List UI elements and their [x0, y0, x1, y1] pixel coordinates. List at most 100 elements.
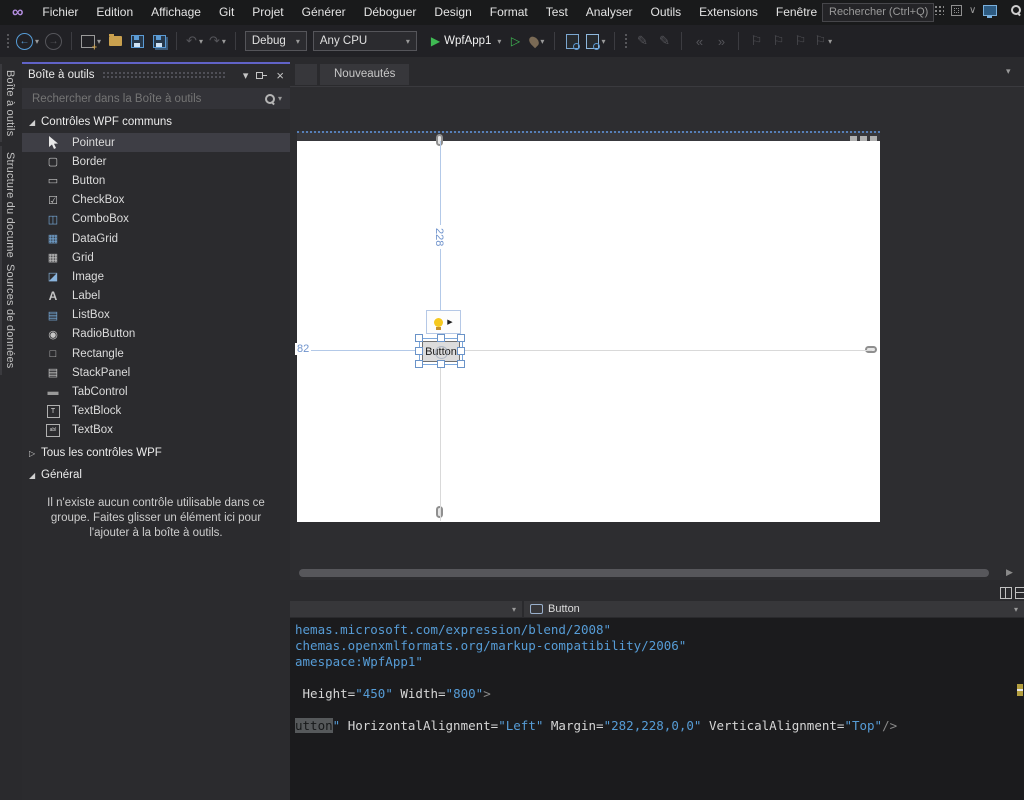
start-caret[interactable]: ▾ — [497, 37, 501, 46]
scrollbar-thumb[interactable] — [299, 569, 989, 577]
decrease-indent-button[interactable]: « — [691, 30, 707, 52]
previous-bookmark-button[interactable]: ⚐ — [770, 30, 786, 52]
quick-search-box[interactable]: Rechercher (Ctrl+Q) — [822, 3, 934, 22]
hot-reload-button[interactable]: ▾ — [529, 30, 545, 52]
outline-caret[interactable]: ▾ — [601, 37, 605, 46]
toolbox-item-pointeur[interactable]: Pointeur — [22, 133, 290, 152]
xaml-editor[interactable]: hemas.microsoft.com/expression/blend/200… — [290, 618, 1024, 800]
toolbox-item-image[interactable]: ◪Image — [22, 267, 290, 286]
tab-empty[interactable] — [295, 64, 317, 85]
menu-fichier[interactable]: Fichier — [33, 0, 87, 25]
menu-generer[interactable]: Générer — [293, 0, 355, 25]
resize-handle-top-right[interactable] — [457, 334, 465, 342]
horizontal-split-toggle[interactable] — [1015, 587, 1024, 599]
toolbox-item-stackpanel[interactable]: ▤StackPanel — [22, 363, 290, 382]
save-all-button[interactable] — [151, 30, 167, 52]
search-icon[interactable] — [264, 93, 276, 105]
find-in-files-button[interactable] — [564, 30, 580, 52]
open-file-button[interactable] — [107, 30, 123, 52]
resize-handle-top-center[interactable] — [437, 334, 445, 342]
increase-indent-button[interactable]: » — [713, 30, 729, 52]
toolbar-grip[interactable] — [6, 33, 10, 49]
resize-handle-bottom-center[interactable] — [437, 360, 445, 368]
menu-format[interactable]: Format — [481, 0, 537, 25]
toggle-bookmark-button[interactable]: ⚐ — [748, 30, 764, 52]
resize-handle-middle-right[interactable] — [457, 347, 465, 355]
menu-affichage[interactable]: Affichage — [142, 0, 210, 25]
vertical-split-toggle[interactable] — [1000, 587, 1012, 599]
redo-caret[interactable]: ▾ — [222, 37, 226, 46]
toolbox-item-button[interactable]: ▭Button — [22, 171, 290, 190]
undo-caret[interactable]: ▾ — [199, 37, 203, 46]
scrollbar-change-marker[interactable] — [1017, 684, 1023, 696]
close-icon[interactable]: × — [276, 68, 284, 83]
search-icon[interactable] — [1010, 4, 1022, 16]
side-tab-document-structure[interactable]: Structure du document — [0, 146, 20, 273]
toolbox-section-all-wpf[interactable]: ▷ Tous les contrôles WPF — [22, 444, 290, 462]
menu-test[interactable]: Test — [537, 0, 577, 25]
menu-deboguer[interactable]: Déboguer — [355, 0, 426, 25]
resize-handle-middle-left[interactable] — [415, 347, 423, 355]
new-project-caret[interactable]: ▾ — [97, 37, 101, 46]
toolbox-item-datagrid[interactable]: ▦DataGrid — [22, 229, 290, 248]
toolbox-section-general[interactable]: ◢ Général — [22, 466, 290, 484]
panel-menu-caret-icon[interactable]: ▾ — [243, 69, 249, 82]
new-project-button[interactable]: ▾ — [81, 30, 101, 52]
side-tab-data-sources[interactable]: Sources de données — [0, 258, 20, 375]
toolbox-item-label[interactable]: ALabel — [22, 287, 290, 306]
back-caret[interactable]: ▾ — [35, 37, 39, 46]
chevron-down-icon[interactable]: ∨ — [969, 5, 976, 16]
toolbox-section-common-wpf[interactable]: ◢ Contrôles WPF communs — [22, 113, 290, 131]
toolbox-item-rectangle[interactable]: □Rectangle — [22, 344, 290, 363]
comment-button[interactable]: ✎ — [634, 30, 650, 52]
save-button[interactable] — [129, 30, 145, 52]
resize-handle-bottom-left[interactable] — [415, 360, 423, 368]
resize-handle-top-left[interactable] — [415, 334, 423, 342]
toolbox-item-radiobutton[interactable]: ◉RadioButton — [22, 325, 290, 344]
menu-analyser[interactable]: Analyser — [577, 0, 642, 25]
toolbox-item-tabcontrol[interactable]: ▬TabControl — [22, 382, 290, 401]
menu-fenetre[interactable]: Fenêtre — [767, 0, 826, 25]
breadcrumb-element-selector[interactable]: Button ▾ — [524, 601, 1024, 617]
toolbox-item-combobox[interactable]: ◫ComboBox — [22, 210, 290, 229]
menu-extensions[interactable]: Extensions — [690, 0, 767, 25]
live-share-monitor-icon[interactable] — [983, 5, 997, 16]
start-debugging-button[interactable]: ▶WpfApp1▾ — [431, 30, 502, 52]
breadcrumb-window-selector[interactable]: ▾ — [290, 601, 522, 617]
menu-projet[interactable]: Projet — [243, 0, 292, 25]
pin-icon[interactable] — [256, 70, 268, 80]
navigate-forward-button[interactable]: → — [45, 30, 62, 52]
start-without-debugging-button[interactable]: ▷ — [507, 30, 523, 52]
toolbox-item-textblock[interactable]: TTextBlock — [22, 402, 290, 421]
menu-git[interactable]: Git — [210, 0, 243, 25]
solution-platform-dropdown[interactable]: Any CPU▾ — [313, 31, 417, 51]
toolbox-item-border[interactable]: ▢Border — [22, 152, 290, 171]
restore-layout-icon[interactable] — [951, 5, 962, 16]
next-bookmark-button[interactable]: ⚐ — [792, 30, 808, 52]
tab-list-caret-icon[interactable]: ▾ — [1006, 66, 1011, 77]
toolbar-grip[interactable] — [624, 33, 628, 49]
scroll-right-arrow-icon[interactable]: ▶ — [1006, 567, 1013, 578]
lightbulb-expand-icon[interactable]: ▶ — [447, 318, 452, 326]
wpf-designer-surface[interactable]: 228 82 ▶ Button — [290, 87, 1024, 566]
designed-button-control[interactable]: Button — [422, 341, 460, 362]
navigate-back-button[interactable]: ←▾ — [16, 30, 39, 52]
document-outline-button[interactable]: ▾ — [586, 30, 605, 52]
uncomment-button[interactable]: ✎ — [656, 30, 672, 52]
menu-edition[interactable]: Edition — [87, 0, 142, 25]
bookmark-caret[interactable]: ▾ — [828, 37, 832, 46]
toolbox-item-checkbox[interactable]: ☑CheckBox — [22, 191, 290, 210]
tab-nouveautes[interactable]: Nouveautés — [320, 64, 409, 85]
resize-handle-bottom-right[interactable] — [457, 360, 465, 368]
toolbox-item-listbox[interactable]: ▤ListBox — [22, 306, 290, 325]
visual-studio-logo-icon[interactable]: ∞ — [0, 4, 33, 22]
hot-reload-caret[interactable]: ▾ — [540, 37, 544, 46]
design-canvas[interactable]: 228 82 ▶ Button — [297, 131, 880, 522]
toolbox-header[interactable]: Boîte à outils ▾ × — [22, 64, 290, 86]
toolbox-search-input[interactable] — [30, 92, 264, 106]
clear-bookmarks-button[interactable]: ⚐▾ — [814, 30, 832, 52]
quick-actions-lightbulb[interactable]: ▶ — [426, 310, 461, 334]
menu-design[interactable]: Design — [425, 0, 480, 25]
toolbox-item-textbox[interactable]: ablTextBox — [22, 421, 290, 440]
toolbox-item-grid[interactable]: ▦Grid — [22, 248, 290, 267]
